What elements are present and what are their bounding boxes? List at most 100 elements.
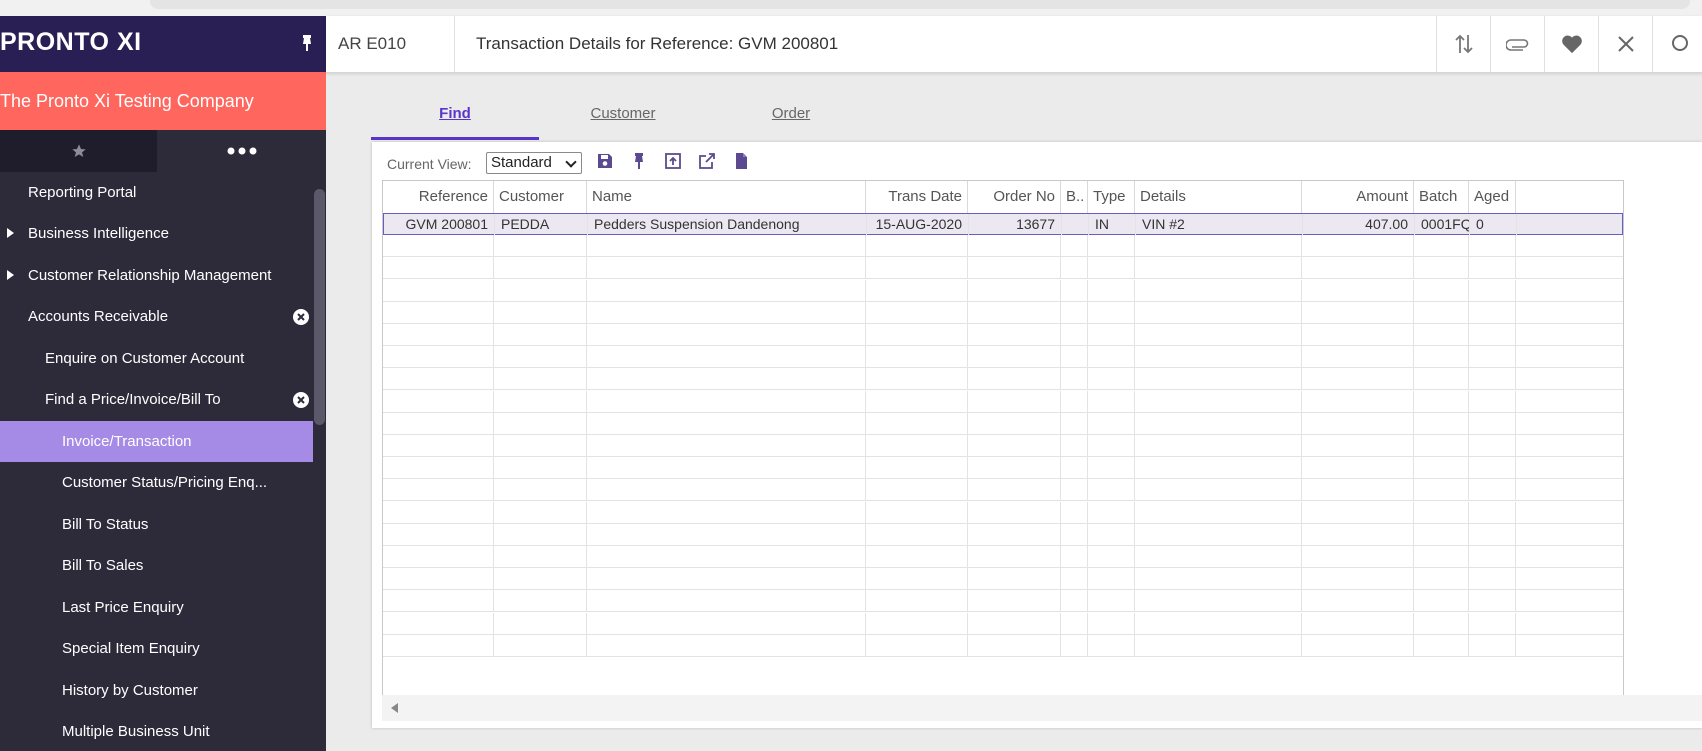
- empty-row[interactable]: [383, 235, 1623, 258]
- save-icon[interactable]: [596, 152, 614, 170]
- col-amount-header[interactable]: Amount: [1302, 181, 1414, 213]
- company-name: The Pronto Xi Testing Company: [0, 91, 254, 111]
- sidebar-item[interactable]: Reporting Portal: [0, 172, 313, 213]
- expand-arrow-icon[interactable]: [7, 270, 14, 280]
- col-name-cell: [587, 368, 866, 390]
- sidebar-item[interactable]: Business Intelligence: [0, 213, 313, 254]
- sidebar-item[interactable]: Multiple Business Unit: [0, 711, 313, 751]
- empty-row[interactable]: [383, 368, 1623, 391]
- horizontal-scrollbar[interactable]: [382, 695, 1702, 721]
- col-b-cell: [1061, 257, 1088, 279]
- close-circle-icon[interactable]: [293, 309, 309, 325]
- col-type-cell: [1088, 301, 1135, 323]
- empty-row[interactable]: [383, 279, 1623, 302]
- scroll-left-icon[interactable]: [391, 703, 398, 713]
- sidebar-scrollbar-thumb[interactable]: [314, 189, 325, 425]
- col-details-header[interactable]: Details: [1135, 181, 1302, 213]
- export-icon[interactable]: [698, 152, 716, 170]
- empty-row[interactable]: [383, 501, 1623, 524]
- col-reference-cell: [383, 523, 494, 545]
- close-circle-icon[interactable]: [293, 392, 309, 408]
- col-batch-header[interactable]: Batch: [1414, 181, 1469, 213]
- empty-row[interactable]: [383, 324, 1623, 346]
- empty-row[interactable]: [383, 590, 1623, 613]
- col-customer-cell: [494, 279, 587, 301]
- col-order-no-cell: [968, 523, 1061, 545]
- col-reference-header[interactable]: Reference: [383, 181, 494, 213]
- col-customer-cell: [494, 346, 587, 368]
- sidebar-item[interactable]: Find a Price/Invoice/Bill To: [0, 379, 313, 420]
- col-aged-cell: [1469, 634, 1516, 656]
- empty-row[interactable]: [383, 634, 1623, 657]
- sort-button[interactable]: [1436, 16, 1491, 72]
- favorite-button[interactable]: [1544, 16, 1599, 72]
- empty-row[interactable]: [383, 346, 1623, 369]
- empty-row[interactable]: [383, 301, 1623, 324]
- pin-icon[interactable]: [300, 34, 314, 52]
- col-type-header[interactable]: Type: [1088, 181, 1135, 213]
- empty-row[interactable]: [383, 390, 1623, 413]
- sidebar-item[interactable]: Accounts Receivable: [0, 296, 313, 337]
- col-details-cell: [1135, 235, 1302, 257]
- sidebar-item[interactable]: History by Customer: [0, 670, 313, 711]
- col-aged-cell: [1469, 279, 1516, 301]
- empty-row[interactable]: [383, 257, 1623, 280]
- col-b-cell: [1061, 235, 1088, 257]
- empty-row[interactable]: [383, 546, 1623, 568]
- sidebar-item[interactable]: Bill To Status: [0, 504, 313, 545]
- restore-view-icon[interactable]: [664, 152, 682, 170]
- col-b-header[interactable]: B..: [1061, 181, 1088, 213]
- search-button[interactable]: [1652, 16, 1702, 72]
- sidebar-item-label: Invoice/Transaction: [62, 433, 192, 450]
- col-trans-date-cell: 15-AUG-2020: [867, 214, 969, 235]
- empty-row[interactable]: [383, 523, 1623, 546]
- pin-view-icon[interactable]: [630, 152, 648, 170]
- col-name-cell: [587, 568, 866, 590]
- header-divider: [454, 16, 455, 72]
- col-aged-header[interactable]: Aged: [1469, 181, 1516, 213]
- col-customer-cell: [494, 523, 587, 545]
- empty-row[interactable]: [383, 612, 1623, 635]
- attachment-button[interactable]: [1490, 16, 1545, 72]
- col-details-cell: [1135, 435, 1302, 456]
- col-batch-cell: [1414, 634, 1469, 656]
- col-order-no-header[interactable]: Order No: [968, 181, 1061, 213]
- col-amount-cell: 407.00: [1303, 214, 1415, 235]
- empty-row[interactable]: [383, 435, 1623, 457]
- sidebar-item[interactable]: Bill To Sales: [0, 545, 313, 586]
- col-amount-cell: [1302, 612, 1414, 634]
- tab-find[interactable]: Find: [371, 90, 539, 140]
- col-name-cell: [587, 590, 866, 612]
- empty-row[interactable]: [383, 412, 1623, 435]
- col-customer-header[interactable]: Customer: [494, 181, 587, 213]
- expand-arrow-icon[interactable]: [7, 228, 14, 238]
- document-icon[interactable]: [732, 152, 750, 170]
- favorites-tab[interactable]: [0, 130, 157, 172]
- empty-row[interactable]: [383, 479, 1623, 502]
- col-reference-cell: [383, 301, 494, 323]
- empty-row[interactable]: [383, 568, 1623, 591]
- sidebar-item[interactable]: Special Item Enquiry: [0, 628, 313, 669]
- heart-icon: [1562, 35, 1582, 54]
- tab-customer[interactable]: Customer: [539, 90, 707, 137]
- view-select[interactable]: Standard: [486, 152, 582, 174]
- sidebar-item[interactable]: Invoice/Transaction: [0, 421, 313, 462]
- col-trans-date-header[interactable]: Trans Date: [866, 181, 968, 213]
- col-order-no-cell: [968, 301, 1061, 323]
- col-trans-date-cell: [866, 568, 968, 590]
- sidebar-item[interactable]: Last Price Enquiry: [0, 587, 313, 628]
- sidebar-item[interactable]: Customer Status/Pricing Enq...: [0, 462, 313, 503]
- col-name-header[interactable]: Name: [587, 181, 866, 213]
- close-button[interactable]: [1598, 16, 1653, 72]
- tab-order[interactable]: Order: [707, 90, 875, 137]
- table-row[interactable]: GVM 200801 PEDDA Pedders Suspension Danden…: [383, 213, 1623, 235]
- empty-row[interactable]: [383, 457, 1623, 480]
- sidebar-item[interactable]: Enquire on Customer Account: [0, 338, 313, 379]
- sidebar-item[interactable]: Customer Relationship Management: [0, 255, 313, 296]
- company-bar[interactable]: The Pronto Xi Testing Company: [0, 72, 326, 130]
- col-b-cell: [1061, 523, 1088, 545]
- col-customer-cell: [494, 479, 587, 501]
- col-batch-cell: [1414, 590, 1469, 612]
- more-menu-tab[interactable]: [157, 130, 326, 172]
- col-aged-cell: [1469, 301, 1516, 323]
